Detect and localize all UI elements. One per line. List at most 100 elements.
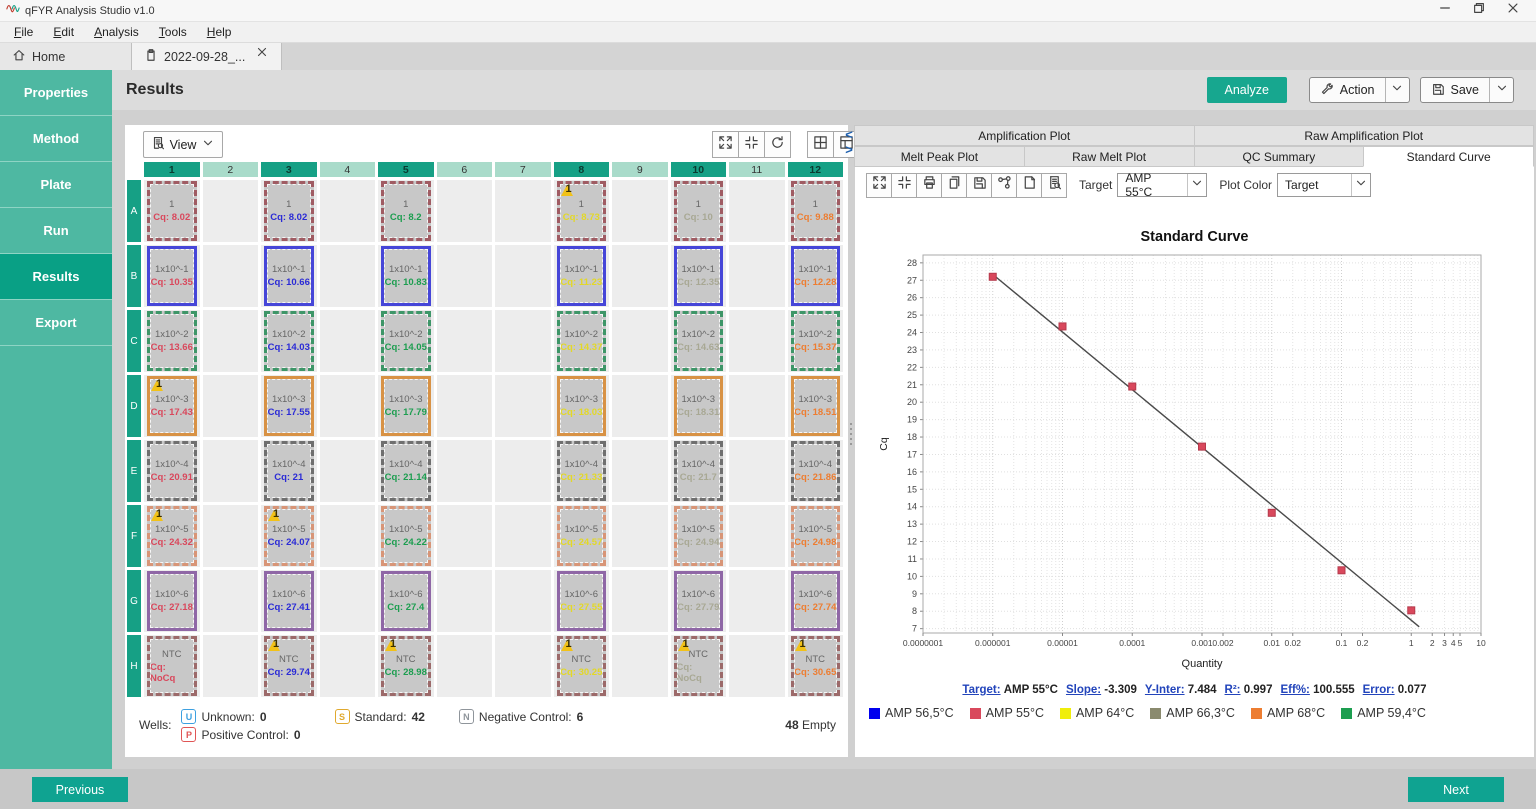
menu-item-analysis[interactable]: Analysis [84,23,149,41]
close-button[interactable] [1496,0,1530,21]
menu-item-edit[interactable]: Edit [43,23,84,41]
well-H12[interactable]: NTCCq: 30.651 [791,636,841,696]
tab-raw-melt-plot[interactable]: Raw Melt Plot [1024,146,1195,167]
well-C8[interactable]: 1x10^-2Cq: 14.37 [557,311,607,371]
action-dropdown-button[interactable] [1385,78,1409,102]
row-header-F[interactable]: F [127,505,141,567]
save-dropdown-button[interactable] [1489,78,1513,102]
curve-stat-label[interactable]: Target: [962,684,1000,696]
row-header-D[interactable]: D [127,375,141,437]
column-header-8[interactable]: 8 [554,162,610,177]
well-E12[interactable]: 1x10^-4Cq: 21.86 [791,441,841,501]
well-F12[interactable]: 1x10^-5Cq: 24.98 [791,506,841,566]
data-point[interactable] [1268,509,1275,516]
save-button[interactable] [966,173,992,198]
well-D10[interactable]: 1x10^-3Cq: 18.31 [674,376,724,436]
copy-button[interactable] [941,173,967,198]
well-A5[interactable]: 1Cq: 8.2 [381,181,431,241]
sidebar-item-properties[interactable]: Properties [0,70,112,116]
well-E3[interactable]: 1x10^-4Cq: 21 [264,441,314,501]
well-B8[interactable]: 1x10^-1Cq: 11.23 [557,246,607,306]
row-header-C[interactable]: C [127,310,141,372]
row-header-B[interactable]: B [127,245,141,307]
page-button[interactable] [1016,173,1042,198]
fullscreen-expand-button[interactable] [866,173,892,198]
analyze-button[interactable]: Analyze [1207,77,1287,103]
well-C3[interactable]: 1x10^-2Cq: 14.03 [264,311,314,371]
well-D3[interactable]: 1x10^-3Cq: 17.55 [264,376,314,436]
well-G10[interactable]: 1x10^-6Cq: 27.79 [674,571,724,631]
well-D1[interactable]: 1x10^-3Cq: 17.431 [147,376,197,436]
tab-qc-summary[interactable]: QC Summary [1194,146,1365,167]
column-header-1[interactable]: 1 [144,162,200,177]
well-B3[interactable]: 1x10^-1Cq: 10.66 [264,246,314,306]
fullscreen-collapse-button[interactable] [891,173,917,198]
well-A3[interactable]: 1Cq: 8.02 [264,181,314,241]
save-button[interactable]: Save [1420,77,1515,103]
well-A8[interactable]: 1Cq: 8.731 [557,181,607,241]
restore-button[interactable] [1462,0,1496,21]
data-point[interactable] [1128,383,1135,390]
well-F10[interactable]: 1x10^-5Cq: 24.94 [674,506,724,566]
well-G3[interactable]: 1x10^-6Cq: 27.41 [264,571,314,631]
curve-stat-label[interactable]: R²: [1225,684,1241,696]
row-header-A[interactable]: A [127,180,141,242]
tab-raw-amplification-plot[interactable]: Raw Amplification Plot [1194,125,1535,146]
well-F8[interactable]: 1x10^-5Cq: 24.57 [557,506,607,566]
well-D12[interactable]: 1x10^-3Cq: 18.51 [791,376,841,436]
well-C12[interactable]: 1x10^-2Cq: 15.37 [791,311,841,371]
report-button[interactable] [1041,173,1067,198]
well-G1[interactable]: 1x10^-6Cq: 27.18 [147,571,197,631]
previous-button[interactable]: Previous [32,777,128,802]
row-header-H[interactable]: H [127,635,141,697]
well-H1[interactable]: NTCCq: NoCq [147,636,197,696]
tab-amplification-plot[interactable]: Amplification Plot [854,125,1195,146]
well-D8[interactable]: 1x10^-3Cq: 18.03 [557,376,607,436]
row-header-G[interactable]: G [127,570,141,632]
fullscreen-expand-button[interactable] [712,131,739,158]
well-B12[interactable]: 1x10^-1Cq: 12.28 [791,246,841,306]
data-point[interactable] [1338,567,1345,574]
well-G5[interactable]: 1x10^-6Cq: 27.4 [381,571,431,631]
data-point[interactable] [1059,323,1066,330]
plot-color-select[interactable]: Target [1277,173,1371,197]
column-header-2[interactable]: 2 [203,162,259,177]
well-F1[interactable]: 1x10^-5Cq: 24.321 [147,506,197,566]
well-H10[interactable]: NTCCq: NoCq1 [674,636,724,696]
menu-item-file[interactable]: File [4,23,43,41]
sidebar-item-plate[interactable]: Plate [0,162,112,208]
well-C1[interactable]: 1x10^-2Cq: 13.66 [147,311,197,371]
column-header-9[interactable]: 9 [612,162,668,177]
data-point[interactable] [1407,607,1414,614]
curve-stat-label[interactable]: Error: [1363,684,1395,696]
well-H3[interactable]: NTCCq: 29.741 [264,636,314,696]
well-C10[interactable]: 1x10^-2Cq: 14.63 [674,311,724,371]
sidebar-item-run[interactable]: Run [0,208,112,254]
tab-close-icon[interactable] [255,45,269,62]
column-header-7[interactable]: 7 [495,162,551,177]
tab-melt-peak-plot[interactable]: Melt Peak Plot [854,146,1025,167]
well-F5[interactable]: 1x10^-5Cq: 24.22 [381,506,431,566]
action-button[interactable]: Action [1309,77,1410,103]
tab-document[interactable]: 2022-09-28_... [132,43,282,70]
well-H8[interactable]: NTCCq: 30.251 [557,636,607,696]
column-header-3[interactable]: 3 [261,162,317,177]
workflow-button[interactable] [991,173,1017,198]
curve-stat-label[interactable]: Slope: [1066,684,1101,696]
well-B5[interactable]: 1x10^-1Cq: 10.83 [381,246,431,306]
curve-stat-label[interactable]: Y-Inter: [1145,684,1185,696]
sidebar-item-results[interactable]: Results [0,254,112,300]
column-header-4[interactable]: 4 [320,162,376,177]
grid-view-button[interactable] [807,131,834,158]
well-A12[interactable]: 1Cq: 9.88 [791,181,841,241]
well-G12[interactable]: 1x10^-6Cq: 27.74 [791,571,841,631]
well-A10[interactable]: 1Cq: 10 [674,181,724,241]
well-G8[interactable]: 1x10^-6Cq: 27.55 [557,571,607,631]
sidebar-item-method[interactable]: Method [0,116,112,162]
well-B1[interactable]: 1x10^-1Cq: 10.35 [147,246,197,306]
column-header-6[interactable]: 6 [437,162,493,177]
well-H5[interactable]: NTCCq: 28.981 [381,636,431,696]
data-point[interactable] [1198,443,1205,450]
well-E8[interactable]: 1x10^-4Cq: 21.33 [557,441,607,501]
splitter-handle[interactable] [850,420,852,448]
